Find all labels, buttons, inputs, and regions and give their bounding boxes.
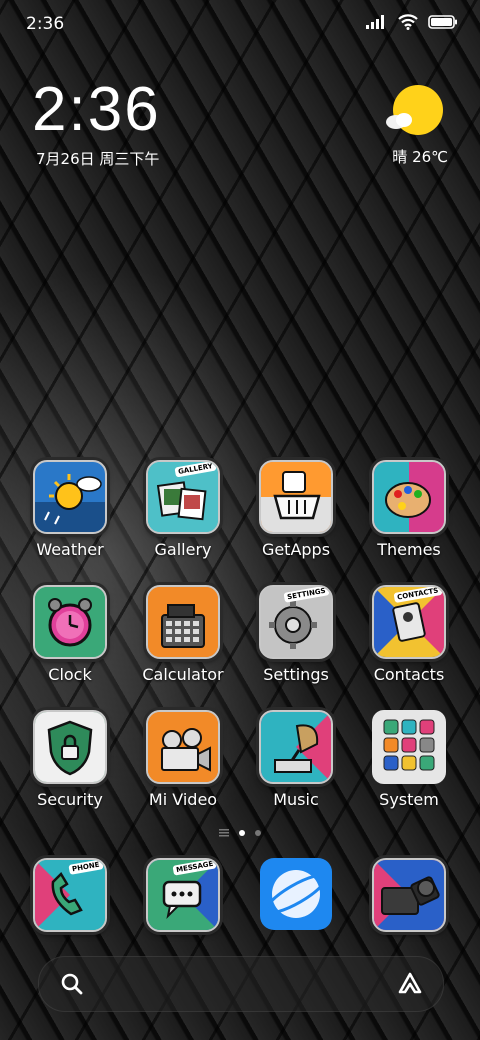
app-label: Weather — [36, 540, 104, 559]
app-label: Calculator — [142, 665, 224, 684]
widget-date: 7月26日 周三下午 — [36, 150, 160, 168]
app-label: System — [379, 790, 439, 809]
app-clock[interactable]: Clock — [15, 585, 125, 684]
battery-icon — [428, 15, 457, 29]
weather-icon — [33, 460, 107, 534]
weather-widget[interactable]: 晴 26℃ — [384, 84, 448, 166]
search-icon[interactable] — [61, 973, 83, 995]
app-system-folder[interactable]: System — [354, 710, 464, 809]
weather-text: 晴 26℃ — [392, 148, 448, 166]
music-icon — [259, 710, 333, 784]
app-label: Music — [273, 790, 319, 809]
app-calculator[interactable]: Calculator — [128, 585, 238, 684]
page-indicator[interactable] — [0, 829, 480, 837]
app-label: Security — [37, 790, 103, 809]
app-contacts[interactable]: CONTACTS Contacts — [354, 585, 464, 684]
dock-messaging[interactable]: MESSAGE — [128, 858, 238, 932]
app-label: Settings — [263, 665, 329, 684]
app-security[interactable]: Security — [15, 710, 125, 809]
security-icon — [33, 710, 107, 784]
contacts-icon: CONTACTS — [372, 585, 446, 659]
app-label: Themes — [377, 540, 441, 559]
app-mivideo[interactable]: Mi Video — [128, 710, 238, 809]
page-dot[interactable] — [255, 830, 261, 836]
sun-cloud-icon — [386, 85, 443, 135]
app-label: Clock — [48, 665, 92, 684]
app-gallery[interactable]: GALLERY Gallery — [128, 460, 238, 559]
clock-icon — [33, 585, 107, 659]
search-bar[interactable] — [38, 956, 444, 1012]
app-weather[interactable]: Weather — [15, 460, 125, 559]
signal-icon — [366, 15, 384, 29]
phone-icon: PHONE — [33, 858, 107, 932]
app-settings[interactable]: SETTINGS Settings — [241, 585, 351, 684]
app-label: Gallery — [154, 540, 212, 559]
dock-camera[interactable] — [354, 858, 464, 932]
clock-widget[interactable]: 2:36 7月26日 周三下午 — [32, 78, 161, 169]
page-dot-active[interactable] — [239, 830, 245, 836]
list-menu-icon — [219, 829, 229, 837]
app-themes[interactable]: Themes — [354, 460, 464, 559]
themes-icon — [372, 460, 446, 534]
browser-icon — [260, 858, 332, 930]
app-label: GetApps — [261, 540, 331, 559]
app-label: Mi Video — [148, 790, 218, 809]
settings-icon: SETTINGS — [259, 585, 333, 659]
app-label: Contacts — [373, 665, 445, 684]
dock-phone[interactable]: PHONE — [15, 858, 125, 932]
message-icon: MESSAGE — [146, 858, 220, 932]
dock-browser[interactable] — [241, 858, 351, 930]
app-music[interactable]: Music — [241, 710, 351, 809]
wifi-icon — [398, 14, 418, 30]
widget-time: 2:36 — [32, 75, 161, 144]
status-time: 2:36 — [26, 14, 65, 34]
status-bar: 2:36 — [0, 0, 480, 50]
assistant-icon[interactable] — [397, 971, 423, 997]
getapps-icon — [259, 460, 333, 534]
gallery-icon: GALLERY — [146, 460, 220, 534]
app-getapps[interactable]: GetApps — [241, 460, 351, 559]
calculator-icon — [146, 585, 220, 659]
camera-icon — [372, 858, 446, 932]
status-icons — [366, 14, 458, 30]
video-icon — [146, 710, 220, 784]
system-folder-icon — [372, 710, 446, 784]
